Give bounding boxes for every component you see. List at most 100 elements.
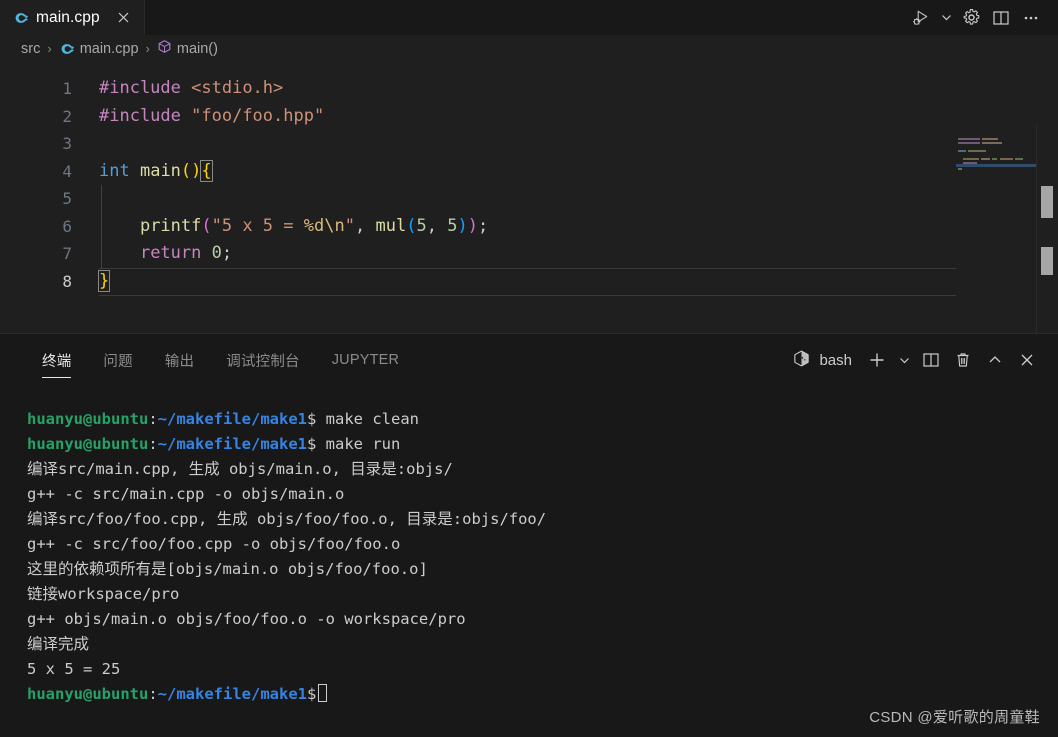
chevron-down-icon[interactable] — [894, 344, 914, 376]
terminal-line-prompt: huanyu@ubuntu:~/makefile/make1$ make run — [27, 432, 1058, 457]
line-content: #include <stdio.h> — [99, 78, 284, 98]
breadcrumb-separator: › — [145, 41, 150, 56]
terminal-path: ~/makefile/make1 — [157, 410, 307, 428]
line-content: return 0; — [139, 243, 233, 263]
code-line: 5 — [0, 185, 1058, 213]
panel-tab-problems[interactable]: 问题 — [87, 334, 148, 386]
panel-tab-output[interactable]: 输出 — [149, 334, 210, 386]
editor-scrollbar-thumb-secondary — [1041, 247, 1053, 275]
maximize-panel-icon[interactable] — [980, 344, 1010, 376]
terminal-shell-selector[interactable]: bash — [792, 349, 860, 372]
line-content: #include "foo/foo.hpp" — [99, 105, 325, 126]
terminal-line-prompt-active: huanyu@ubuntu:~/makefile/make1$ — [27, 682, 1058, 707]
code-lines: 1 #include <stdio.h> 2 #include "foo/foo… — [0, 75, 1058, 296]
terminal-user-host: huanyu@ubuntu — [27, 685, 149, 703]
panel-tab-label: 问题 — [103, 353, 133, 370]
split-editor-icon[interactable] — [986, 0, 1016, 35]
code-line: 2 #include "foo/foo.hpp" — [0, 103, 1058, 131]
breadcrumb-label-main-symbol: main() — [176, 40, 218, 57]
code-line: 3 — [0, 130, 1058, 158]
line-number: 1 — [62, 79, 72, 98]
terminal-line-output: g++ -c src/foo/foo.cpp -o objs/foo/foo.o — [27, 535, 401, 553]
panel-tab-debug-console[interactable]: 调试控制台 — [210, 334, 316, 386]
terminal-output[interactable]: huanyu@ubuntu:~/makefile/make1$ make cle… — [0, 385, 1058, 737]
code-line: 4 int main(){ — [0, 158, 1058, 186]
code-line: 1 #include <stdio.h> — [0, 75, 1058, 103]
run-and-debug-icon[interactable] — [906, 0, 936, 35]
line-content: printf("5 x 5 = %d\n", mul(5, 5)); — [139, 215, 489, 236]
indent-guide — [101, 185, 102, 213]
editor-minimap[interactable] — [956, 124, 1036, 333]
line-number: 3 — [62, 134, 72, 153]
vscode-window: main.cpp src › main.cpp › main() 1 #incl… — [0, 0, 1058, 737]
terminal-line-output: g++ objs/main.o objs/foo/foo.o -o worksp… — [27, 610, 466, 628]
close-panel-icon[interactable] — [1012, 344, 1042, 376]
line-number: 8 — [62, 271, 72, 291]
breadcrumb-separator: › — [47, 41, 52, 56]
more-actions-icon[interactable] — [1016, 0, 1046, 35]
terminal-dollar: $ — [306, 685, 317, 703]
code-line: 7 return 0; — [0, 240, 1058, 268]
terminal-shell-label: bash — [819, 351, 852, 369]
line-number: 6 — [62, 216, 72, 236]
terminal-colon: : — [148, 410, 158, 428]
panel-actions: bash — [792, 344, 1058, 376]
terminal-command: make clean — [316, 410, 419, 428]
code-editor[interactable]: 1 #include <stdio.h> 2 #include "foo/foo… — [0, 62, 1058, 333]
terminal-line-output: 编译src/main.cpp, 生成 objs/main.o, 目录是:objs… — [27, 460, 453, 478]
breadcrumb-item-main-cpp[interactable]: main.cpp — [59, 41, 139, 57]
line-number: 2 — [62, 106, 72, 126]
breadcrumb-item-main-symbol[interactable]: main() — [157, 39, 218, 58]
terminal-path: ~/makefile/make1 — [157, 685, 307, 703]
line-number: 5 — [62, 189, 72, 208]
editor-actions — [906, 0, 1058, 35]
breadcrumb: src › main.cpp › main() — [0, 35, 1058, 62]
terminal-colon: : — [148, 435, 158, 453]
line-content: } — [97, 269, 111, 292]
terminal-line-output: 编译完成 — [27, 635, 90, 653]
panel-tab-label: 终端 — [42, 353, 72, 370]
terminal-line-prompt: huanyu@ubuntu:~/makefile/make1$ make cle… — [27, 407, 1058, 432]
panel-tab-terminal[interactable]: 终端 — [26, 334, 87, 386]
code-line: 6 printf("5 x 5 = %d\n", mul(5, 5)); — [0, 212, 1058, 240]
terminal-user-host: huanyu@ubuntu — [27, 435, 149, 453]
chevron-down-icon[interactable] — [936, 0, 956, 35]
panel-header: 终端 问题 输出 调试控制台 JUPYTER bash — [0, 334, 1058, 386]
panel-tab-label: JUPYTER — [331, 352, 400, 368]
editor-tab-label: main.cpp — [36, 8, 100, 26]
editor-tab-main-cpp[interactable]: main.cpp — [0, 0, 145, 35]
terminal-colon: : — [148, 685, 158, 703]
breadcrumb-label-src: src — [21, 40, 41, 57]
terminal-cursor — [318, 684, 328, 702]
cpp-file-icon — [59, 41, 75, 57]
terminal-path: ~/makefile/make1 — [157, 435, 307, 453]
gear-icon[interactable] — [956, 0, 986, 35]
panel-tab-jupyter[interactable]: JUPYTER — [316, 334, 415, 386]
breadcrumb-item-src[interactable]: src — [21, 41, 40, 57]
close-tab-icon[interactable] — [114, 8, 133, 27]
panel-tab-label: 输出 — [164, 353, 195, 370]
cpp-file-icon — [13, 10, 29, 26]
terminal-line-output: 这里的依赖项所有是[objs/main.o objs/foo/foo.o] — [27, 560, 428, 578]
editor-scrollbar-thumb — [1041, 186, 1053, 218]
panel-tabs: 终端 问题 输出 调试控制台 JUPYTER — [26, 334, 415, 386]
terminal-bash-icon — [792, 349, 811, 372]
terminal-dollar: $ — [306, 435, 317, 453]
symbol-method-icon — [157, 39, 172, 58]
terminal-dollar: $ — [306, 410, 317, 428]
terminal-line-output: 5 x 5 = 25 — [27, 660, 121, 678]
terminal-line-output: 链接workspace/pro — [27, 585, 180, 603]
terminal-line-output: g++ -c src/main.cpp -o objs/main.o — [27, 485, 345, 503]
editor-scrollbar[interactable] — [1036, 124, 1058, 333]
terminal-line-output: 编译src/foo/foo.cpp, 生成 objs/foo/foo.o, 目录… — [27, 510, 547, 528]
panel-tab-label: 调试控制台 — [226, 353, 300, 370]
terminal-command: make run — [316, 435, 401, 453]
line-number: 7 — [62, 244, 72, 263]
new-terminal-icon[interactable] — [862, 344, 892, 376]
terminal-user-host: huanyu@ubuntu — [27, 410, 149, 428]
split-terminal-icon[interactable] — [916, 344, 946, 376]
code-line-current: 8 } — [0, 267, 1058, 296]
watermark: CSDN @爱听歌的周童鞋 — [869, 709, 1040, 726]
kill-terminal-icon[interactable] — [948, 344, 978, 376]
line-content: int main(){ — [99, 159, 213, 182]
